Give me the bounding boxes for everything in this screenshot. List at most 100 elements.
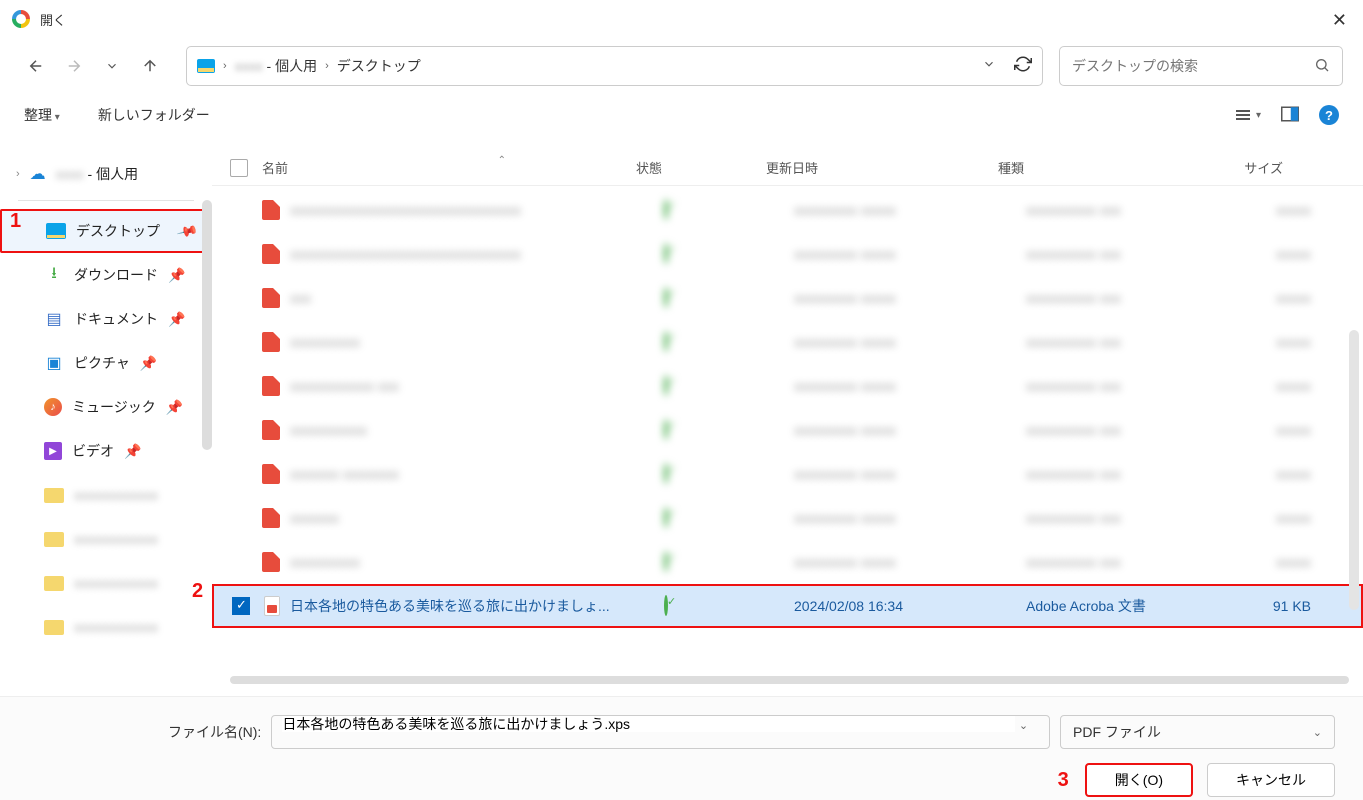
- sidebar-item-documents[interactable]: ▤ ドキュメント 📌: [0, 297, 212, 341]
- pdf-icon: [262, 332, 280, 352]
- file-row[interactable]: xxxxxxxxxxxx xxxxxxxxxxxx xxxxxxxxxxxxxx…: [212, 364, 1363, 408]
- address-dropdown-icon[interactable]: [982, 57, 996, 76]
- window-title: 開く: [40, 10, 66, 29]
- search-input[interactable]: [1072, 58, 1314, 74]
- desktop-icon: [46, 223, 66, 239]
- chevron-right-icon: ›: [16, 168, 20, 180]
- main-area: › ☁ xxxx - 個人用 1 デスクトップ 📌 ⭳ ダウンロード 📌 ▤ ド…: [0, 150, 1363, 690]
- filename-input[interactable]: [282, 716, 1015, 732]
- filename-dropdown-icon[interactable]: ⌄: [1019, 720, 1028, 732]
- tree-onedrive[interactable]: › ☁ xxxx - 個人用: [0, 156, 212, 192]
- pictures-icon: ▣: [44, 354, 64, 372]
- bottom-panel: ファイル名(N): ⌄ PDF ファイル ⌄ 3 開く(O) キャンセル: [0, 696, 1363, 800]
- column-state[interactable]: 状態: [636, 158, 766, 177]
- forward-button[interactable]: [58, 50, 90, 82]
- column-type[interactable]: 種類: [998, 158, 1193, 177]
- file-checkbox[interactable]: [232, 597, 250, 615]
- sync-status-icon: [664, 375, 668, 396]
- organize-menu[interactable]: 整理: [24, 105, 60, 125]
- sidebar-item-label: ダウンロード: [74, 265, 158, 285]
- sidebar-item-downloads[interactable]: ⭳ ダウンロード 📌: [0, 253, 212, 297]
- pin-icon[interactable]: 📌: [168, 267, 185, 284]
- file-size: 91 KB: [1221, 598, 1331, 614]
- breadcrumb-user[interactable]: xxxx - 個人用: [235, 56, 317, 76]
- sidebar-item-folder[interactable]: xxxxxxxxxxxx: [0, 605, 212, 649]
- up-button[interactable]: [134, 50, 166, 82]
- breadcrumb-desktop[interactable]: デスクトップ: [337, 56, 421, 76]
- file-row[interactable]: xxxxxxxxxxxxxxxxxxxxxxxxxxxxxxxxxxxxxxxx…: [212, 232, 1363, 276]
- pin-icon[interactable]: 📌: [166, 399, 183, 416]
- close-icon[interactable]: ✕: [1332, 10, 1347, 31]
- search-box[interactable]: [1059, 46, 1343, 86]
- file-row[interactable]: xxxxxxxxxxxxxxxxxxx xxxxxxxxxxxxxxx xxxx…: [212, 540, 1363, 584]
- new-folder-button[interactable]: 新しいフォルダー: [98, 105, 210, 125]
- file-type: Adobe Acroba 文書: [1026, 596, 1221, 616]
- callout-3: 3: [1058, 769, 1069, 792]
- filetype-dropdown[interactable]: PDF ファイル ⌄: [1060, 715, 1335, 749]
- help-icon[interactable]: ?: [1319, 105, 1339, 125]
- pdf-icon: [262, 508, 280, 528]
- app-icon: [12, 10, 30, 28]
- address-bar[interactable]: › xxxx - 個人用 › デスクトップ: [186, 46, 1043, 86]
- file-row-selected[interactable]: 日本各地の特色ある美味を巡る旅に出かけましょ... 2024/02/08 16:…: [212, 584, 1363, 628]
- sidebar-item-label: デスクトップ: [76, 221, 160, 241]
- folder-icon: [44, 488, 64, 503]
- crumb-sep-icon: ›: [325, 60, 329, 72]
- refresh-icon[interactable]: [1014, 55, 1032, 78]
- preview-pane-toggle[interactable]: [1281, 106, 1299, 125]
- sync-status-icon: [664, 199, 668, 220]
- file-rows: xxxxxxxxxxxxxxxxxxxxxxxxxxxxxxxxxxxxxxxx…: [212, 186, 1363, 628]
- sidebar-item-folder[interactable]: xxxxxxxxxxxx: [0, 561, 212, 605]
- sidebar-item-videos[interactable]: ▶ ビデオ 📌: [0, 429, 212, 473]
- column-headers: 名前⌃ 状態 更新日時 種類 サイズ: [212, 150, 1363, 186]
- file-row[interactable]: xxxxxxxxxxxxxxxxxxx xxxxxxxxxxxxxxx xxxx…: [212, 320, 1363, 364]
- file-row[interactable]: xxxxxxxxxxxxxxxxxxxx xxxxxxxxxxxxxxx xxx…: [212, 408, 1363, 452]
- column-size[interactable]: サイズ: [1193, 158, 1303, 177]
- video-icon: ▶: [44, 442, 62, 460]
- folder-icon: [44, 532, 64, 547]
- sidebar-scrollbar[interactable]: [202, 200, 212, 450]
- download-icon: ⭳: [44, 266, 64, 284]
- sidebar-item-label: ミュージック: [72, 397, 156, 417]
- open-button[interactable]: 開く(O): [1085, 763, 1193, 797]
- column-date[interactable]: 更新日時: [766, 158, 998, 177]
- column-name[interactable]: 名前⌃: [262, 158, 636, 177]
- cloud-icon: ☁: [28, 165, 48, 183]
- pin-icon[interactable]: 📌: [140, 355, 157, 372]
- pin-icon[interactable]: 📌: [168, 311, 185, 328]
- back-button[interactable]: [20, 50, 52, 82]
- sync-status-icon: [664, 463, 668, 484]
- recent-dropdown[interactable]: [96, 50, 128, 82]
- pdf-icon: [262, 420, 280, 440]
- cancel-button[interactable]: キャンセル: [1207, 763, 1335, 797]
- file-row[interactable]: xxxxxxxxxxxxxxxx xxxxxxxxxxxxxxx xxxxxxx…: [212, 496, 1363, 540]
- search-icon[interactable]: [1314, 57, 1330, 76]
- sidebar-item-pictures[interactable]: ▣ ピクチャ 📌: [0, 341, 212, 385]
- sidebar-item-music[interactable]: ♪ ミュージック 📌: [0, 385, 212, 429]
- sidebar-item-desktop[interactable]: デスクトップ 📌: [0, 209, 212, 253]
- pin-icon[interactable]: 📌: [175, 219, 199, 242]
- horizontal-scrollbar[interactable]: [230, 676, 1349, 684]
- sync-status-icon: [664, 551, 668, 572]
- file-name: 日本各地の特色ある美味を巡る旅に出かけましょ...: [290, 596, 664, 616]
- sidebar-item-folder[interactable]: xxxxxxxxxxxx: [0, 517, 212, 561]
- file-row[interactable]: xxxxxxxxxxxx xxxxxxxxxxxxxxx xxxxxxxx: [212, 276, 1363, 320]
- crumb-sep-icon: ›: [223, 60, 227, 72]
- sidebar-item-label: ドキュメント: [74, 309, 158, 329]
- chevron-down-icon: ⌄: [1313, 726, 1322, 739]
- pdf-icon: [262, 200, 280, 220]
- select-all-checkbox[interactable]: [230, 159, 248, 177]
- pdf-icon: [262, 288, 280, 308]
- file-row[interactable]: xxxxxxxxxxxxxxxxxxxxxxxxxxxxxxxxxxxxxxxx…: [212, 188, 1363, 232]
- vertical-scrollbar[interactable]: [1349, 330, 1359, 610]
- pin-icon[interactable]: 📌: [124, 443, 141, 460]
- file-row[interactable]: xxxxxxx xxxxxxxxxxxxxxxxx xxxxxxxxxxxxxx…: [212, 452, 1363, 496]
- filetype-label: PDF ファイル: [1073, 722, 1161, 742]
- file-list: 名前⌃ 状態 更新日時 種類 サイズ xxxxxxxxxxxxxxxxxxxxx…: [212, 150, 1363, 690]
- sync-status-icon: [664, 419, 668, 440]
- filename-field[interactable]: ⌄: [271, 715, 1050, 749]
- sidebar-item-folder[interactable]: xxxxxxxxxxxx: [0, 473, 212, 517]
- view-menu[interactable]: ▾: [1236, 110, 1261, 121]
- sync-status-icon: [664, 595, 668, 616]
- callout-2: 2: [192, 580, 203, 603]
